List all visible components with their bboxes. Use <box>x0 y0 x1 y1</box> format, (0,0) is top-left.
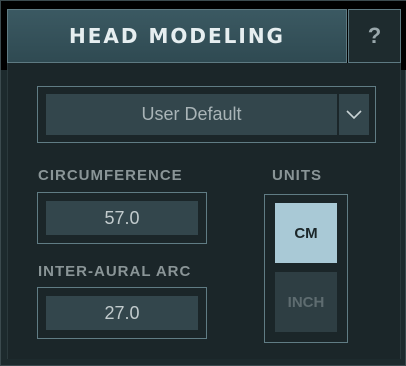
panel-header: HEAD MODELING ? <box>1 1 406 70</box>
circumference-label: CIRCUMFERENCE <box>38 167 183 184</box>
unit-inch-button[interactable]: INCH <box>275 272 337 332</box>
preset-dropdown[interactable]: User Default <box>46 94 337 135</box>
chevron-down-icon <box>346 109 362 119</box>
inter-aural-arc-input[interactable]: 27.0 <box>46 296 198 330</box>
help-button[interactable]: ? <box>348 9 401 63</box>
preset-dropdown-button[interactable] <box>339 94 369 135</box>
preset-dropdown-value: User Default <box>141 104 242 124</box>
inter-aural-arc-label: INTER-AURAL ARC <box>38 263 192 280</box>
units-label: UNITS <box>272 167 322 184</box>
unit-cm-button[interactable]: CM <box>275 203 337 263</box>
circumference-input[interactable]: 57.0 <box>46 201 198 235</box>
panel-title: HEAD MODELING <box>69 24 285 48</box>
head-modeling-panel: HEAD MODELING ? User Default CIRCUMFEREN… <box>0 0 406 366</box>
panel-title-tab: HEAD MODELING <box>7 9 347 63</box>
